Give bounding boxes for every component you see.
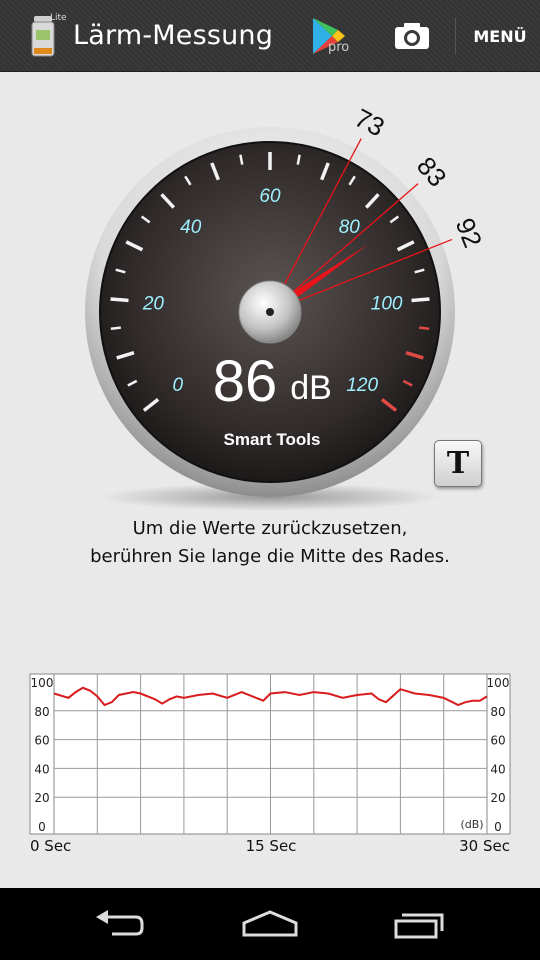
home-button[interactable] [210, 888, 330, 960]
gauge-marker-label: 83 [411, 151, 453, 193]
chart-y-tick-right: 80 [490, 705, 505, 719]
brand-label: Smart Tools [224, 430, 321, 449]
navigation-bar [0, 888, 540, 960]
gauge-scale-label: 80 [339, 217, 361, 238]
gauge-tick [411, 297, 430, 303]
chart-y-tick-right: 100 [487, 676, 510, 690]
menu-button[interactable]: MENÜ [460, 0, 540, 72]
chart-x-label: 0 Sec [30, 837, 71, 855]
t-button[interactable]: T [434, 440, 482, 487]
noise-history-chart: 100 100 80 80 60 60 40 40 20 20 0 0 (dB) 0 Sec 15 Se… [29, 673, 511, 855]
action-bar-divider [455, 18, 456, 54]
app-title: Lärm-Messung [73, 20, 274, 51]
chart-y-tick-right: 40 [490, 762, 505, 776]
chart-unit-label: (dB) [460, 818, 483, 831]
reset-hint-line-2: berühren Sie lange die Mitte des Rades. [90, 546, 450, 567]
chart-y-tick-left: 0 [38, 820, 46, 834]
gauge-hub-pin [266, 308, 274, 316]
back-icon [96, 910, 144, 936]
chart-x-label: 15 Sec [246, 837, 297, 855]
back-button[interactable] [60, 888, 180, 960]
gauge-marker-label: 92 [450, 214, 489, 252]
recent-apps-icon [394, 913, 444, 939]
chart-x-labels: 0 Sec 15 Sec 30 Sec [30, 837, 510, 855]
db-reading: 86 [213, 349, 278, 414]
google-play-button[interactable] [300, 0, 356, 72]
gauge-scale-label: 60 [259, 186, 281, 207]
reset-hint-line-1: Um die Werte zurückzusetzen, [132, 518, 408, 539]
gauge-scale-label: 20 [142, 293, 165, 314]
chart-x-label: 30 Sec [459, 837, 510, 855]
chart-y-tick-left: 60 [34, 734, 49, 748]
chart-y-tick-left: 80 [34, 705, 49, 719]
gauge-tick [419, 326, 430, 330]
chart-y-tick-right: 0 [494, 820, 502, 834]
gauge-tick [110, 297, 129, 303]
db-unit: dB [290, 369, 332, 407]
camera-icon [395, 23, 429, 49]
chart-y-tick-left: 20 [34, 791, 49, 805]
gauge-marker-label: 73 [350, 102, 390, 142]
home-icon [242, 910, 298, 937]
camera-button[interactable] [384, 0, 440, 72]
chart-y-tick-left: 40 [34, 762, 49, 776]
chart-y-tick-right: 60 [490, 734, 505, 748]
gauge-scale-label: 40 [180, 217, 202, 238]
gauge-scale-label: 0 [173, 375, 184, 396]
gauge-scale-label: 120 [346, 375, 378, 396]
action-bar: Lite Lärm-Messung pro MENÜ [0, 0, 540, 72]
main-content: 0 20 40 60 80 100 120 73 83 92 86 dB Smart Tools… [0, 72, 540, 888]
reset-hint: Um die Werte zurückzusetzen, berühren Si… [0, 515, 540, 571]
lite-badge: Lite [50, 13, 67, 23]
gauge-scale-label: 100 [371, 293, 403, 314]
chart-y-tick-left: 100 [31, 676, 54, 690]
chart-y-tick-right: 20 [490, 791, 505, 805]
gauge-tick [110, 326, 121, 330]
pro-label: pro [328, 40, 350, 55]
recent-apps-button[interactable] [360, 888, 480, 960]
